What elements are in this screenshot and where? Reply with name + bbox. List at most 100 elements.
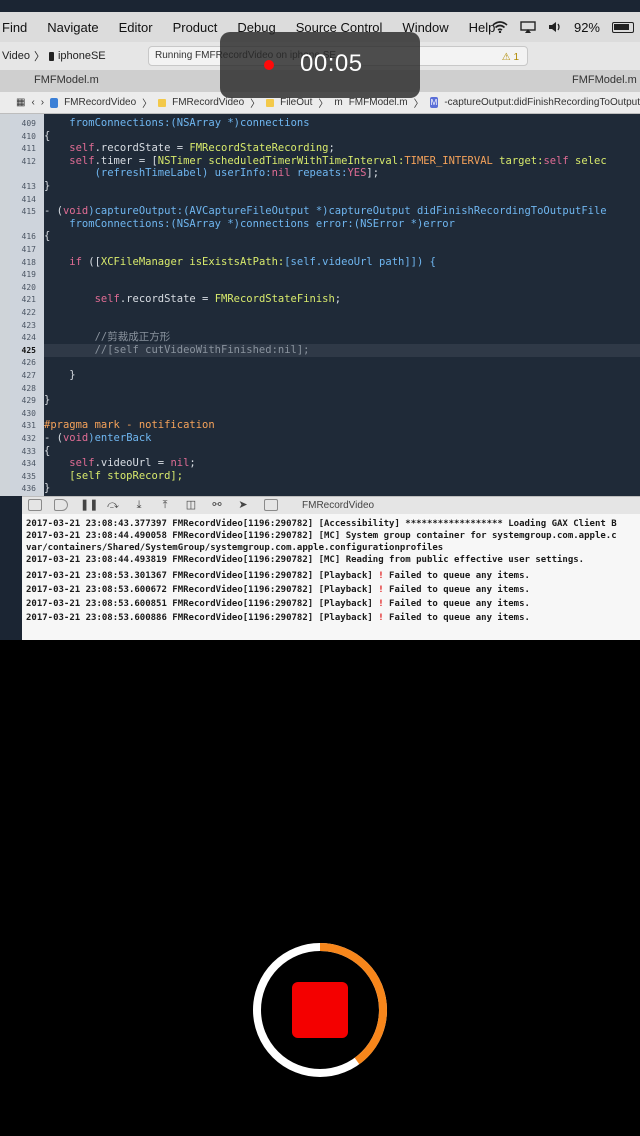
console-log-line: var/containers/Shared/SystemGroup/system… — [26, 542, 640, 554]
line-number: 422 — [21, 308, 36, 317]
code-line[interactable]: } — [44, 394, 640, 407]
code-line[interactable]: } — [44, 180, 640, 193]
code-token: { — [44, 230, 51, 243]
jump-group[interactable]: FMRecordVideo — [172, 97, 244, 108]
code-line[interactable]: self.recordState = FMRecordStateFinish; — [44, 293, 640, 306]
debug-console[interactable]: 2017-03-21 23:08:43.377397 FMRecordVideo… — [22, 514, 640, 640]
wifi-icon[interactable] — [492, 21, 508, 33]
line-number: 413 — [21, 182, 36, 191]
code-token: .videoUrl = — [94, 457, 171, 470]
code-line[interactable]: //[self cutVideoWithFinished:nil]; — [44, 343, 640, 357]
code-line[interactable]: #pragma mark - notification — [44, 419, 640, 432]
code-line[interactable] — [44, 306, 640, 319]
hide-debug-area-icon[interactable] — [28, 499, 42, 511]
jump-project[interactable]: FMRecordVideo — [64, 97, 136, 108]
code-line[interactable]: fromConnections:(NSArray *)connections e… — [44, 218, 640, 231]
code-token: FMRecordStateRecording — [189, 142, 329, 155]
console-log-line: 2017-03-21 23:08:44.490058 FMRecordVideo… — [26, 530, 640, 542]
code-line[interactable]: [self stopRecord]; — [44, 470, 640, 483]
code-line[interactable] — [44, 356, 640, 369]
menu-navigate[interactable]: Navigate — [37, 20, 108, 35]
log-text: 2017-03-21 23:08:53.600851 FMRecordVideo… — [26, 599, 379, 609]
step-over-icon[interactable]: ⤼ — [106, 499, 120, 511]
related-items-icon[interactable]: ▦ — [16, 97, 25, 108]
pause-icon[interactable]: ❚❚ — [80, 499, 98, 511]
code-token: FMRecordStateFinish — [214, 293, 335, 306]
code-token: self — [44, 293, 120, 306]
jump-method[interactable]: -captureOutput:didFinishRecordingToOutpu… — [444, 97, 640, 108]
code-token: } — [44, 394, 51, 407]
log-message: Failed to queue any items. — [383, 613, 530, 623]
line-number: 431 — [21, 421, 36, 431]
code-token: )captureOutput:(AVCaptureFileOutput *)ca… — [88, 205, 607, 218]
jump-file[interactable]: FMFModel.m — [349, 97, 408, 108]
step-into-icon[interactable]: ⤓ — [132, 499, 146, 511]
menu-find[interactable]: Find — [0, 20, 37, 35]
menu-editor[interactable]: Editor — [109, 20, 163, 35]
code-line[interactable]: self.recordState = FMRecordStateRecordin… — [44, 142, 640, 155]
console-log-line: 2017-03-21 23:08:53.600851 FMRecordVideo… — [26, 598, 640, 610]
airplay-icon[interactable] — [520, 21, 536, 33]
volume-icon[interactable] — [548, 21, 562, 33]
code-token: if — [44, 255, 82, 268]
code-line[interactable]: - (void)enterBack — [44, 432, 640, 445]
log-text: 2017-03-21 23:08:43.377397 FMRecordVideo… — [26, 519, 617, 529]
code-line[interactable]: self.videoUrl = nil; — [44, 457, 640, 470]
code-line[interactable]: { — [44, 230, 640, 243]
code-line[interactable]: if ([XCFileManager isExistsAtPath:[self.… — [44, 256, 640, 269]
breakpoints-toggle-icon[interactable] — [54, 499, 68, 511]
line-number: 427 — [21, 371, 36, 380]
code-line[interactable]: self.timer = [NSTimer scheduledTimerWith… — [44, 155, 640, 168]
code-token: { — [44, 129, 51, 142]
stop-record-control[interactable] — [252, 942, 388, 1078]
tab-fmfmodel-left[interactable]: FMFModel.m — [34, 74, 99, 86]
code-token: selec — [568, 154, 607, 167]
folder-icon — [158, 98, 167, 107]
code-line[interactable]: { — [44, 130, 640, 143]
code-token: //[self cutVideoWithFinished:nil]; — [44, 343, 310, 356]
code-line[interactable]: } — [44, 369, 640, 382]
code-line[interactable]: } — [44, 482, 640, 495]
code-token: fromConnections:(NSArray *)connections e… — [44, 217, 455, 230]
line-number: 429 — [21, 396, 36, 406]
source-editor[interactable]: fromConnections:(NSArray *)connections{ … — [44, 114, 640, 496]
location-icon[interactable]: ➤ — [236, 499, 250, 511]
debug-target: FMRecordVideo — [302, 500, 375, 511]
line-number: 428 — [21, 383, 36, 393]
code-line[interactable]: { — [44, 445, 640, 458]
code-line[interactable]: fromConnections:(NSArray *)connections — [44, 117, 640, 130]
code-line[interactable]: //剪裁成正方形 — [44, 331, 640, 344]
code-token: [self.videoUrl path]]) { — [284, 255, 436, 268]
forward-arrow-icon[interactable]: › — [41, 97, 44, 108]
battery-icon[interactable] — [612, 21, 634, 33]
code-line[interactable] — [44, 407, 640, 420]
code-line[interactable] — [44, 281, 640, 294]
code-token: ]; — [366, 167, 380, 180]
back-arrow-icon[interactable]: ‹ — [31, 97, 34, 108]
warning-count: 1 — [513, 52, 519, 63]
memory-graph-icon[interactable]: ⚯ — [210, 499, 224, 511]
code-line[interactable] — [44, 382, 640, 395]
line-number: 436 — [21, 484, 36, 494]
code-line[interactable] — [44, 193, 640, 206]
code-line[interactable] — [44, 319, 640, 332]
line-number: 425 — [21, 345, 36, 355]
stop-button[interactable] — [292, 982, 348, 1038]
line-number: 414 — [21, 194, 36, 204]
view-debugger-icon[interactable]: ◫ — [184, 499, 198, 511]
tab-fmfmodel-right[interactable]: FMFModel.m — [572, 74, 637, 86]
recording-dot-icon — [264, 60, 274, 70]
code-line[interactable]: - (void)captureOutput:(AVCaptureFileOutp… — [44, 205, 640, 218]
code-line[interactable] — [44, 268, 640, 281]
warning-badge[interactable]: ⚠ 1 — [502, 49, 519, 67]
log-message: Failed to queue any items. — [383, 585, 530, 595]
code-token: ; — [328, 142, 335, 155]
code-token: nil — [170, 457, 190, 470]
code-line[interactable] — [44, 243, 640, 256]
scheme-selector[interactable]: Video 〉 iphoneSE — [0, 48, 106, 64]
code-token: fromConnections:( — [44, 117, 177, 129]
code-line[interactable]: (refreshTimeLabel) userInfo:nil repeats:… — [44, 167, 640, 180]
jump-folder[interactable]: FileOut — [280, 97, 312, 108]
menu-product[interactable]: Product — [163, 20, 228, 35]
step-out-icon[interactable]: ⤒ — [158, 499, 172, 511]
